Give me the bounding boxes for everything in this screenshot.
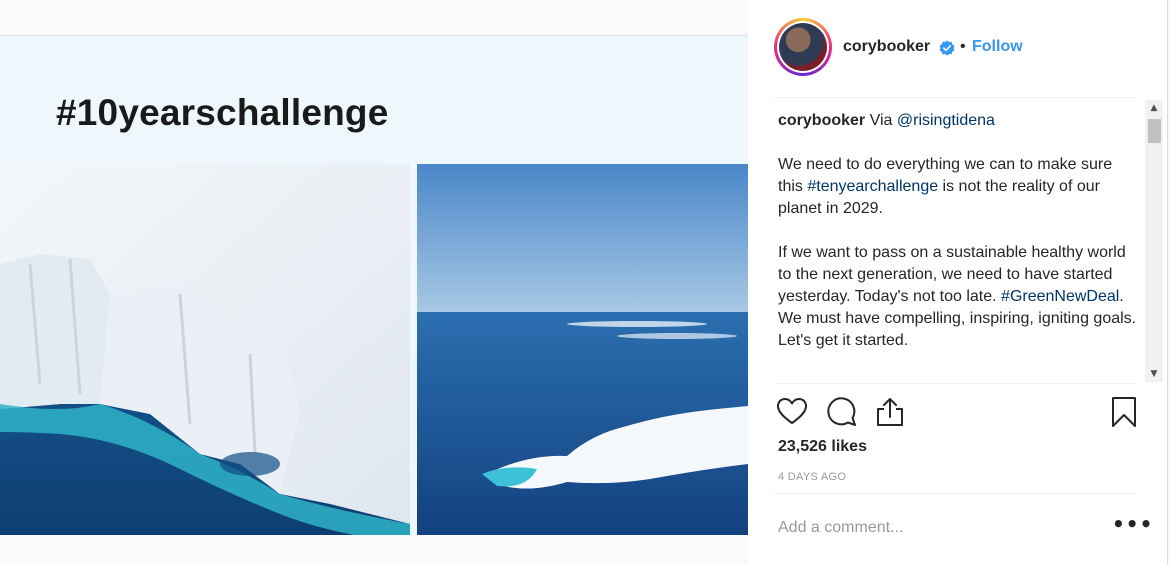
bookmark-icon[interactable]: [1108, 396, 1140, 428]
hashtag-link[interactable]: #GreenNewDeal: [1001, 288, 1119, 305]
scroll-up-arrow-icon[interactable]: ▲: [1145, 100, 1163, 116]
comment-divider: [774, 493, 1136, 494]
avatar: [779, 23, 827, 71]
post-details-panel: corybooker • Follow corybooker Via @risi…: [748, 0, 1168, 565]
header-username[interactable]: corybooker: [843, 38, 930, 56]
scrollbar-thumb[interactable]: [1148, 119, 1161, 143]
caption-via: Via: [865, 112, 897, 129]
caption-paragraph-1: We need to do everything we can to make …: [778, 154, 1138, 220]
caption-username[interactable]: corybooker: [778, 112, 865, 129]
header-divider: [774, 97, 1136, 98]
hashtag-link[interactable]: #tenyearchallenge: [807, 178, 938, 195]
caption: corybooker Via @risingtidena We need to …: [778, 110, 1138, 382]
post-image[interactable]: #10yearschallenge: [0, 35, 748, 565]
likes-count[interactable]: 23,526 likes: [778, 438, 867, 456]
post-header: corybooker • Follow: [748, 0, 1168, 97]
header-separator: •: [960, 38, 966, 55]
image-overlay-text: #10yearschallenge: [56, 92, 389, 133]
post-timestamp[interactable]: 4 DAYS AGO: [778, 471, 846, 483]
avatar-frame: [777, 21, 829, 73]
ocean-photo: [417, 164, 748, 565]
actions-divider: [774, 383, 1136, 384]
caption-scrollbar[interactable]: ▲ ▼: [1145, 100, 1163, 382]
caption-paragraph-2: If we want to pass on a sustainable heal…: [778, 242, 1138, 352]
avatar-story-ring[interactable]: [774, 18, 832, 76]
heart-icon[interactable]: [776, 396, 808, 428]
scroll-down-arrow-icon[interactable]: ▼: [1145, 366, 1163, 382]
verified-badge-icon: [939, 40, 955, 56]
comment-icon[interactable]: [826, 396, 858, 428]
comment-input[interactable]: [778, 514, 1088, 542]
action-bar: [774, 392, 1140, 432]
follow-button[interactable]: Follow: [972, 38, 1023, 56]
media-top-strip: [0, 0, 748, 26]
glacier-photo: [0, 164, 410, 565]
caption-intro: corybooker Via @risingtidena: [778, 110, 1138, 132]
media-bottom-strip: [0, 535, 748, 565]
mention-link[interactable]: @risingtidena: [897, 112, 995, 129]
more-options-icon[interactable]: •••: [1112, 512, 1153, 536]
post-media[interactable]: #10yearschallenge: [0, 0, 748, 565]
share-icon[interactable]: [874, 396, 906, 428]
